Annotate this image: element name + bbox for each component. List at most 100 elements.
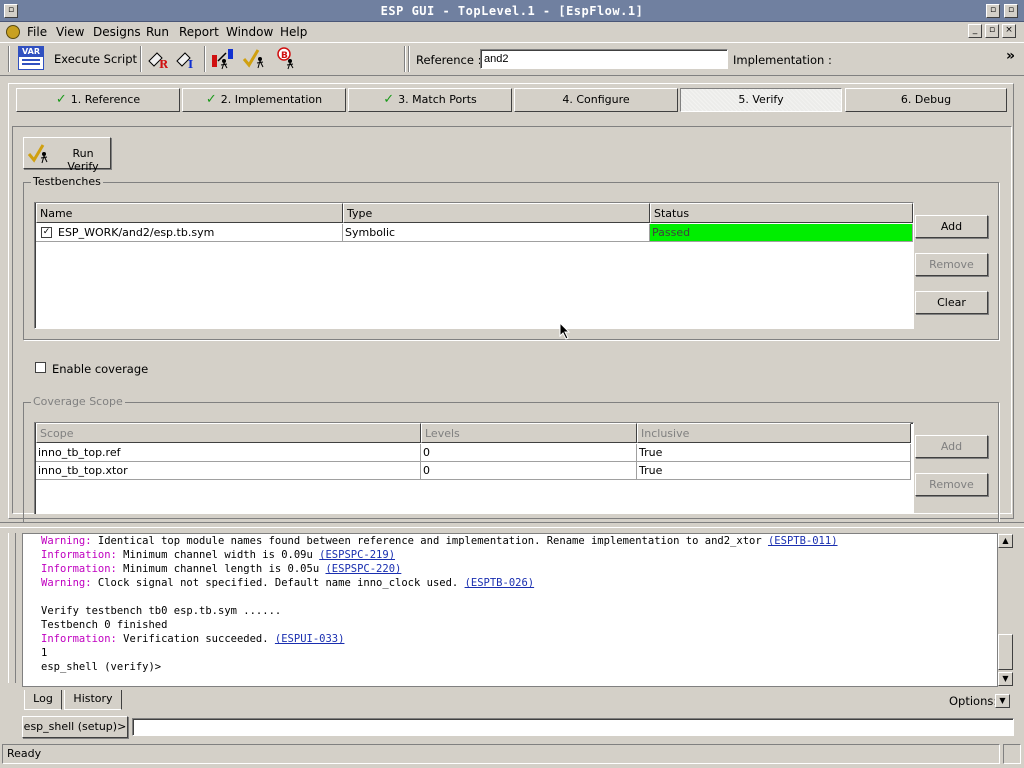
message-code-link[interactable]: (ESPTB-011)	[768, 535, 838, 547]
log-line: Information: Minimum channel width is 0.…	[41, 549, 396, 561]
message-code-link[interactable]: (ESPSPC-220)	[325, 563, 401, 575]
log-console[interactable]: Warning: Identical top module names foun…	[22, 533, 1013, 687]
log-scrollbar[interactable]: ▲ ▼	[997, 534, 1013, 686]
message-code-link[interactable]: (ESPSPC-219)	[319, 549, 395, 561]
column-header-inclusive[interactable]: Inclusive	[637, 423, 911, 443]
check-icon: ✓	[383, 92, 395, 107]
column-header-scope[interactable]: Scope	[36, 423, 421, 443]
mdi-restore-icon[interactable]: ▫	[985, 24, 999, 38]
pane-splitter[interactable]	[0, 522, 1024, 528]
check-icon: ✓	[205, 92, 217, 107]
column-header-levels[interactable]: Levels	[421, 423, 637, 443]
mouse-cursor-icon	[559, 322, 571, 340]
options-dropdown-icon[interactable]: ▼	[995, 694, 1010, 708]
match-ports-run-icon[interactable]	[210, 47, 236, 71]
column-header-name[interactable]: Name	[36, 203, 343, 223]
log-line: Testbench 0 finished	[41, 619, 168, 631]
enable-coverage-label: Enable coverage	[52, 362, 149, 376]
menu-report[interactable]: Report	[179, 25, 219, 39]
toolbar-separator-3	[404, 46, 406, 72]
run-verify-button[interactable]: Run Verify	[23, 137, 111, 173]
reference-input[interactable]	[480, 49, 728, 69]
menu-file[interactable]: File	[27, 25, 47, 39]
menu-view[interactable]: View	[56, 25, 84, 39]
tab-log[interactable]: Log	[24, 690, 62, 710]
add-testbench-button[interactable]: Add	[915, 215, 988, 238]
verify-run-icon[interactable]	[242, 47, 268, 71]
menu-window[interactable]: Window	[226, 25, 273, 39]
coverage-row-inclusive[interactable]: True	[637, 462, 911, 480]
remove-testbench-button[interactable]: Remove	[915, 253, 988, 276]
log-line: Warning: Identical top module names foun…	[41, 535, 838, 547]
svg-text:B: B	[281, 51, 288, 61]
scroll-up-icon[interactable]: ▲	[998, 534, 1013, 548]
status-bar-grip	[1003, 744, 1021, 764]
status-bar: Ready	[2, 744, 1000, 764]
column-header-type[interactable]: Type	[343, 203, 650, 223]
toolbar: VAR Execute Script R I B Reference : Imp…	[0, 42, 1024, 76]
scroll-down-icon[interactable]: ▼	[998, 672, 1013, 686]
tab-debug[interactable]: 6. Debug	[845, 88, 1007, 112]
message-code-link[interactable]: (ESPUI-033)	[275, 633, 345, 645]
coverage-row-levels[interactable]: 0	[421, 462, 637, 480]
enable-coverage-checkbox[interactable]	[35, 362, 46, 373]
mdi-minimize-icon[interactable]: _	[968, 24, 982, 38]
column-header-status[interactable]: Status	[650, 203, 913, 223]
tab-verify[interactable]: 5. Verify	[680, 88, 842, 112]
tab-reference[interactable]: ✓ 1. Reference	[16, 88, 180, 112]
menu-run[interactable]: Run	[146, 25, 169, 39]
status-badge[interactable]: Passed	[650, 224, 913, 242]
tab-match-ports[interactable]: ✓ 3. Match Ports	[348, 88, 512, 112]
svg-text:I: I	[188, 58, 193, 70]
status-text: Ready	[7, 747, 42, 760]
message-code-link[interactable]: (ESPTB-026)	[465, 577, 535, 589]
scroll-thumb[interactable]	[998, 634, 1013, 670]
reference-label: Reference :	[416, 53, 482, 67]
window-maximize-icon[interactable]: ▫	[1004, 4, 1018, 18]
coverage-row-inclusive[interactable]: True	[637, 444, 911, 462]
log-line: Verify testbench tb0 esp.tb.sym ......	[41, 605, 282, 617]
menu-help[interactable]: Help	[280, 25, 307, 39]
coverage-row-scope[interactable]: inno_tb_top.ref	[36, 444, 421, 462]
toolbar-grip	[8, 46, 10, 72]
execute-script-button[interactable]: Execute Script	[54, 52, 137, 66]
implementation-label: Implementation :	[733, 53, 832, 67]
toolbar-separator	[140, 46, 142, 72]
clear-testbench-button[interactable]: Clear	[915, 291, 988, 314]
coverage-row-levels[interactable]: 0	[421, 444, 637, 462]
tab-history[interactable]: History	[64, 690, 122, 710]
check-icon: ✓	[55, 92, 67, 107]
menu-bar: File View Designs Run Report Window Help…	[0, 22, 1024, 42]
tab-implementation[interactable]: ✓ 2. Implementation	[182, 88, 346, 112]
log-line: Information: Minimum channel length is 0…	[41, 563, 402, 575]
remove-scope-button[interactable]: Remove	[915, 473, 988, 496]
shell-command-input[interactable]	[132, 718, 1014, 736]
testbench-table[interactable]: Name Type Status ✓ ESP_WORK/and2/esp.tb.…	[34, 202, 914, 329]
eraser-implementation-icon[interactable]: I	[174, 48, 196, 71]
log-line: Warning: Clock signal not specified. Def…	[41, 577, 535, 589]
add-scope-button[interactable]: Add	[915, 435, 988, 458]
debug-run-icon[interactable]: B	[274, 47, 300, 71]
coverage-table[interactable]: Scope Levels Inclusive inno_tb_top.ref 0…	[34, 422, 914, 514]
window-restore-icon[interactable]: ▫	[986, 4, 1000, 18]
table-row-name[interactable]: ✓ ESP_WORK/and2/esp.tb.sym	[36, 224, 343, 242]
coverage-row-scope[interactable]: inno_tb_top.xtor	[36, 462, 421, 480]
title-bar: ▫ ESP GUI - TopLevel.1 - [EspFlow.1] ▫ ▫	[0, 0, 1024, 22]
testbenches-title: Testbenches	[31, 175, 103, 188]
mdi-close-icon[interactable]: ×	[1002, 24, 1016, 38]
tab-configure[interactable]: 4. Configure	[514, 88, 678, 112]
verify-run-icon	[27, 144, 48, 164]
shell-prompt-button[interactable]: esp_shell (setup)>	[22, 716, 128, 738]
menu-designs[interactable]: Designs	[93, 25, 141, 39]
toolbar-separator-2	[204, 46, 206, 72]
eraser-reference-icon[interactable]: R	[146, 48, 169, 71]
coverage-scope-title: Coverage Scope	[31, 395, 125, 408]
svg-text:R: R	[159, 58, 168, 70]
toolbar-grip-2	[408, 46, 410, 72]
log-prompt-line: esp_shell (verify)>	[41, 661, 162, 673]
toolbar-overflow-icon[interactable]: »	[1006, 48, 1015, 64]
table-row-type[interactable]: Symbolic	[343, 224, 650, 242]
options-label: Options:	[949, 694, 998, 708]
var-script-icon[interactable]: VAR	[18, 46, 44, 70]
testbench-checkbox[interactable]: ✓	[41, 227, 52, 238]
